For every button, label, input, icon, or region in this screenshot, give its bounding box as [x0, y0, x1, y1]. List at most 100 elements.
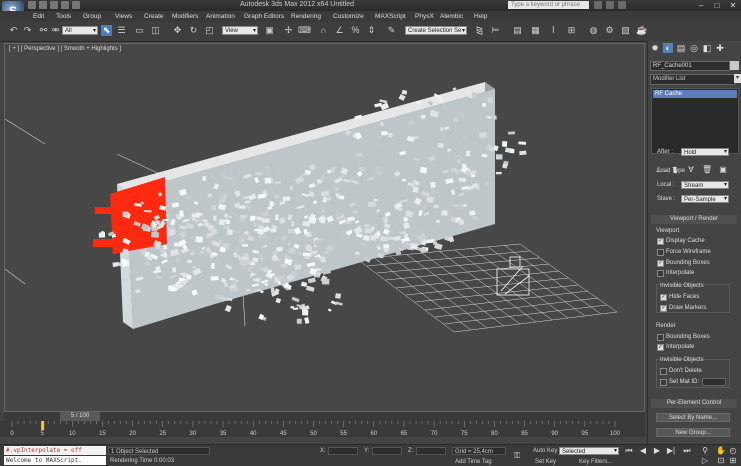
play-icon[interactable]: ▶	[652, 446, 662, 456]
mat-id-spinner[interactable]	[702, 378, 726, 386]
force-wireframe-checkbox[interactable]	[657, 249, 664, 256]
set-key-button[interactable]: Set Key	[535, 459, 556, 465]
hide-faces-checkbox[interactable]: ✓	[660, 294, 667, 301]
scale-icon[interactable]: ◰	[204, 25, 215, 36]
time-slider-thumb[interactable]: 5 / 100	[60, 412, 100, 421]
track-bar[interactable]: 0 5 10 15 20 25 30 35 40 45 50 55 60 65 70 75 80 85 90 95 10…	[0, 421, 645, 437]
time-slider[interactable]: 5 / 100	[4, 412, 645, 421]
zoom-icon[interactable]: ⚲	[700, 446, 710, 456]
menu-modifiers[interactable]: Modifiers	[172, 13, 198, 20]
unlink-icon[interactable]: ⚮	[50, 25, 61, 36]
key-filters-button[interactable]: Key Filters...	[579, 459, 612, 465]
utilities-tab-icon[interactable]: ✚	[715, 43, 725, 53]
angle-snap-icon[interactable]: ∠	[334, 25, 345, 36]
curve-editor-icon[interactable]: ⌇	[548, 25, 559, 36]
key-icon[interactable]: ⚿	[512, 451, 522, 461]
x-coordinate-field[interactable]	[328, 447, 358, 455]
stack-item-rf-cache[interactable]: RF Cache	[653, 90, 737, 98]
rendered-frame-window-icon[interactable]: ▧	[620, 25, 631, 36]
rollout-viewport-render[interactable]: Viewport / Render	[651, 215, 737, 224]
percent-snap-icon[interactable]: %	[350, 25, 361, 36]
close-button[interactable]: ✕	[725, 0, 741, 11]
orbit-icon[interactable]: ◴	[728, 446, 738, 456]
go-to-end-icon[interactable]: ⏭	[682, 446, 692, 456]
modifier-list-arrow[interactable]: ▾	[734, 74, 741, 83]
auto-key-button[interactable]: Auto Key	[533, 448, 557, 454]
select-by-name-icon[interactable]: ☰	[116, 25, 127, 36]
snap-toggle-icon[interactable]: ∩	[318, 25, 329, 36]
motion-tab-icon[interactable]: ◎	[689, 43, 699, 53]
menu-tools[interactable]: Tools	[56, 13, 71, 20]
render-interpolate-checkbox[interactable]: ✓	[657, 344, 664, 351]
maxscript-welcome[interactable]: Welcome to MAXScript.	[4, 456, 106, 465]
modifier-list-dropdown[interactable]: Modifier List	[650, 74, 736, 85]
menu-help[interactable]: Help	[474, 13, 487, 20]
rotate-icon[interactable]: ↻	[188, 25, 199, 36]
keyboard-shortcut-icon[interactable]: ⌨	[298, 25, 311, 36]
set-mat-id-checkbox[interactable]	[660, 379, 667, 386]
perspective-viewport[interactable]: [ + ] [ Perspective ] [ Smooth + Highlig…	[4, 43, 645, 412]
display-cache-checkbox[interactable]: ✓	[657, 238, 664, 245]
render-setup-icon[interactable]: ⚙	[604, 25, 615, 36]
go-to-start-icon[interactable]: ⏮	[624, 446, 634, 456]
dont-delete-checkbox[interactable]	[660, 368, 667, 375]
rollout-per-element-control[interactable]: Per-Element Control	[651, 399, 737, 408]
open-icon[interactable]	[39, 1, 47, 9]
mirror-icon[interactable]: ⧎	[474, 25, 485, 36]
binoculars-icon[interactable]	[594, 1, 602, 9]
menu-physx[interactable]: PhysX	[415, 13, 434, 20]
quick-access-toolbar[interactable]	[28, 1, 88, 10]
rect-selection-icon[interactable]: ▭	[134, 25, 145, 36]
interpolate-checkbox[interactable]	[657, 270, 664, 277]
modify-tab-icon[interactable]: ◐	[663, 43, 673, 53]
configure-sets-icon[interactable]: ▣	[718, 165, 728, 174]
schematic-view-icon[interactable]: ⊞	[566, 25, 577, 36]
maxscript-listener-line[interactable]: #.vpInterpolate = off	[4, 446, 106, 455]
auto-key-selection-dropdown[interactable]: Selected	[559, 447, 619, 455]
menu-edit[interactable]: Edit	[33, 13, 44, 20]
draw-markers-checkbox[interactable]: ✓	[660, 305, 667, 312]
redo-icon[interactable]: ↷	[22, 25, 33, 36]
z-coordinate-field[interactable]	[416, 447, 446, 455]
search-input[interactable]: Type a keyword or phrase	[508, 1, 589, 9]
new-group-button[interactable]: New Group...	[656, 428, 730, 437]
graphite-toggle-icon[interactable]: ▦	[530, 25, 541, 36]
named-selection-dropdown[interactable]: Create Selection Se	[405, 26, 467, 36]
menu-alembic[interactable]: Alembic	[440, 13, 463, 20]
previous-frame-icon[interactable]: ◀	[638, 446, 648, 456]
slave-dropdown[interactable]: Per-Sample	[681, 195, 729, 203]
render-bounding-boxes-checkbox[interactable]	[657, 334, 664, 341]
menu-group[interactable]: Group	[83, 13, 101, 20]
selection-filter-dropdown[interactable]: All	[62, 26, 98, 36]
maximize-button[interactable]: □	[709, 0, 725, 11]
help-icon[interactable]	[618, 1, 626, 9]
spinner-snap-icon[interactable]: ⇕	[366, 25, 377, 36]
remove-modifier-icon[interactable]: 🗑	[702, 165, 712, 174]
y-coordinate-field[interactable]	[372, 447, 402, 455]
pivot-center-icon[interactable]: ▣	[264, 25, 275, 36]
display-tab-icon[interactable]: ◧	[702, 43, 712, 53]
viewport-label[interactable]: [ + ] [ Perspective ] [ Smooth + Highlig…	[9, 46, 121, 52]
pan-icon[interactable]: ✋	[716, 446, 726, 456]
select-object-icon[interactable]: ⬉	[101, 25, 112, 36]
menu-graph-editors[interactable]: Graph Editors	[244, 13, 284, 20]
menu-customize[interactable]: Customize	[333, 13, 364, 20]
menu-maxscript[interactable]: MAXScript	[375, 13, 406, 20]
star-icon[interactable]	[606, 1, 614, 9]
object-name-field[interactable]: RF_Cache001	[650, 61, 730, 71]
render-production-icon[interactable]: ☕	[636, 25, 647, 36]
undo-icon[interactable]	[61, 1, 69, 9]
new-icon[interactable]	[28, 1, 36, 9]
align-icon[interactable]: ⊨	[490, 25, 501, 36]
select-manipulate-icon[interactable]: ✢	[283, 25, 294, 36]
material-editor-icon[interactable]: ◍	[588, 25, 599, 36]
local-dropdown[interactable]: Stream	[681, 181, 729, 189]
move-icon[interactable]: ✥	[172, 25, 183, 36]
after-dropdown[interactable]: Hold	[681, 148, 729, 156]
menu-create[interactable]: Create	[144, 13, 164, 20]
layer-manager-icon[interactable]: ▤	[512, 25, 523, 36]
edit-named-selection-icon[interactable]: ✎	[386, 25, 397, 36]
minimize-button[interactable]: –	[693, 0, 709, 11]
add-time-tag[interactable]: Add Time Tag	[455, 459, 492, 465]
save-icon[interactable]	[50, 1, 58, 9]
